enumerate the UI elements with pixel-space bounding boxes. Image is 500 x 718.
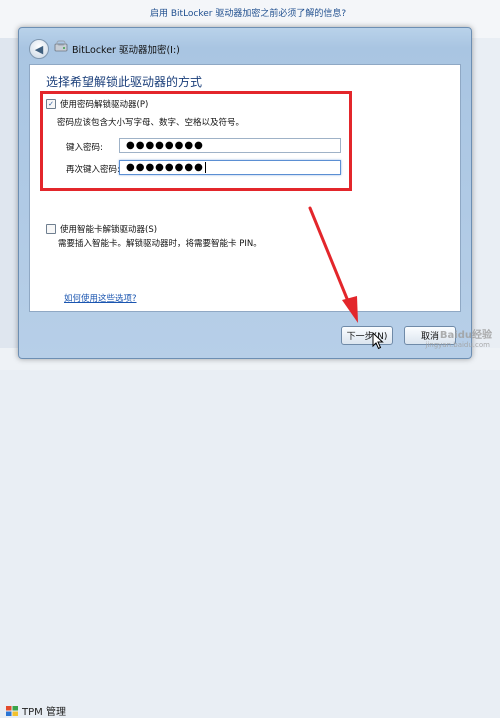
enter-password-label: 键入密码: xyxy=(66,143,103,153)
password-option[interactable]: ✓ 使用密码解锁驱动器(P) xyxy=(46,98,148,110)
smartcard-option-label: 使用智能卡解锁驱动器(S) xyxy=(60,225,158,235)
tpm-management-label: TPM 管理 xyxy=(22,707,66,718)
smartcard-checkbox[interactable] xyxy=(46,224,56,234)
bitlocker-dialog: ◀ BitLocker 驱动器加密(I:) 选择希望解锁此驱动器的方式 ✓ 使用… xyxy=(18,27,472,359)
mouse-cursor-icon xyxy=(372,332,384,350)
help-link[interactable]: 如何使用这些选项? xyxy=(64,292,137,304)
title-bar: ◀ BitLocker 驱动器加密(I:) xyxy=(19,28,471,62)
window-title: BitLocker 驱动器加密(I:) xyxy=(72,45,180,56)
tpm-management-item[interactable]: TPM 管理 xyxy=(6,703,66,718)
smartcard-hint: 需要插入智能卡。解锁驱动器时，将需要智能卡 PIN。 xyxy=(58,239,262,249)
text-caret xyxy=(204,161,206,173)
shield-icon xyxy=(6,705,18,716)
next-button[interactable]: 下一步(N) xyxy=(341,326,393,345)
back-arrow-icon: ◀ xyxy=(34,42,44,56)
smartcard-option[interactable]: 使用智能卡解锁驱动器(S) xyxy=(46,223,157,235)
dialog-content: 选择希望解锁此驱动器的方式 ✓ 使用密码解锁驱动器(P) 密码应该包含大小写字母… xyxy=(29,64,461,312)
watermark-url: jingyan.baidu.com xyxy=(425,341,490,349)
drive-icon xyxy=(54,40,68,52)
enter-password-field[interactable]: ●●●●●●●● xyxy=(119,138,341,153)
page-heading: 选择希望解锁此驱动器的方式 xyxy=(46,75,203,89)
back-button[interactable]: ◀ xyxy=(29,39,49,59)
watermark: Baidu经验 xyxy=(439,330,492,341)
reenter-password-label: 再次键入密码: xyxy=(66,165,120,175)
background-link[interactable]: 启用 BitLocker 驱动器加密之前必须了解的信息? xyxy=(150,6,346,19)
background-left-pane xyxy=(0,38,18,370)
password-hint: 密码应该包含大小写字母、数字、空格以及符号。 xyxy=(57,118,245,128)
reenter-password-value: ●●●●●●●● xyxy=(126,162,204,173)
password-option-label: 使用密码解锁驱动器(P) xyxy=(60,100,149,110)
reenter-password-field[interactable]: ●●●●●●●● xyxy=(119,160,341,175)
password-checkbox[interactable]: ✓ xyxy=(46,99,56,109)
enter-password-value: ●●●●●●●● xyxy=(126,140,204,151)
password-option-highlight: ✓ 使用密码解锁驱动器(P) 密码应该包含大小写字母、数字、空格以及符号。 键入… xyxy=(40,91,352,191)
